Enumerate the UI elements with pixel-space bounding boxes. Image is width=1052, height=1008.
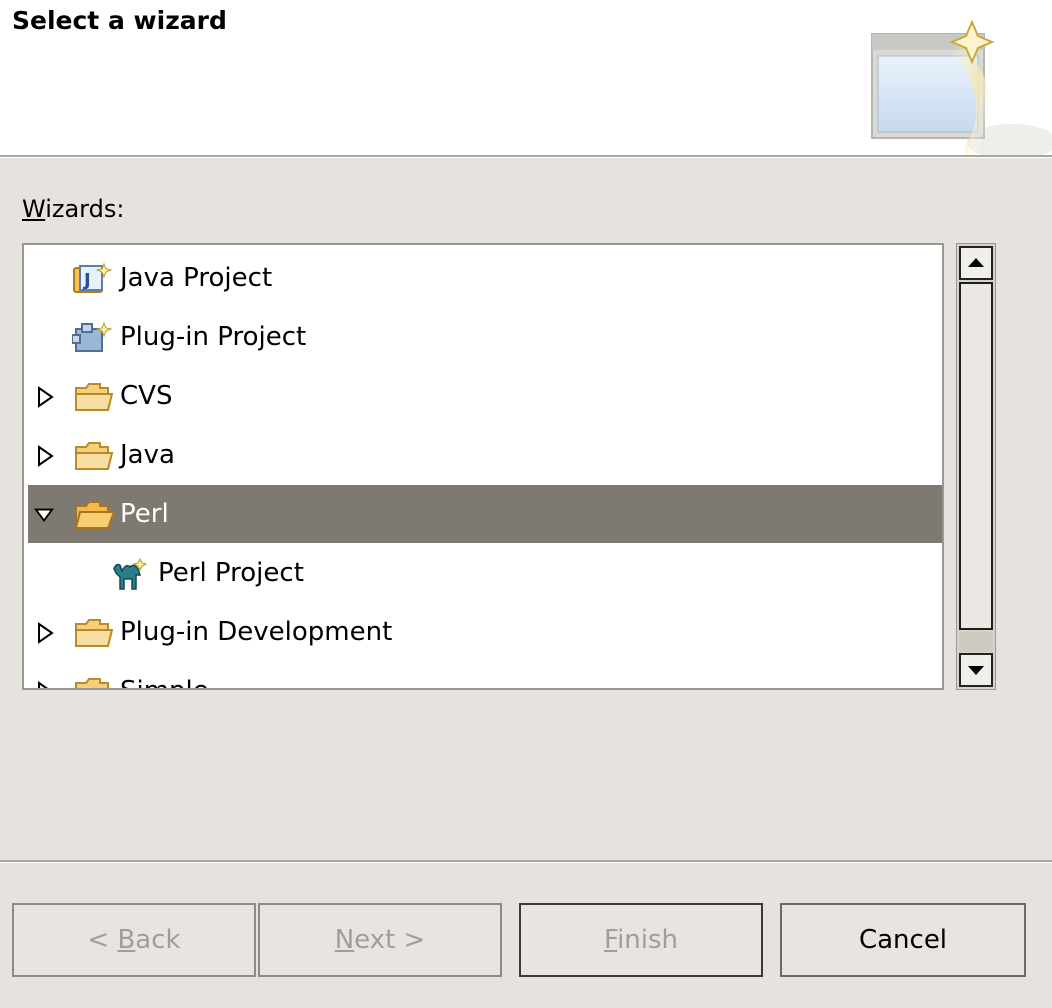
tree-item-plugin-project[interactable]: Plug-in Project <box>28 308 942 366</box>
next-button[interactable]: Next > <box>258 903 502 977</box>
folder-icon <box>75 442 114 470</box>
finish-button[interactable]: Finish <box>519 903 763 977</box>
tree-item-java[interactable]: Java <box>28 426 942 484</box>
finish-button-mnemonic: F <box>603 925 618 955</box>
new-wizard-banner-icon <box>871 19 1052 155</box>
back-button-mnemonic: B <box>117 925 136 955</box>
back-button[interactable]: < Back <box>12 903 256 977</box>
cancel-button-label: Cancel <box>858 925 948 955</box>
arrow-down-icon <box>968 666 984 675</box>
page-title: Select a wizard <box>12 6 227 35</box>
next-button-mnemonic: N <box>334 925 355 955</box>
tree-item-java-project[interactable]: J Java Project <box>28 249 942 307</box>
tree-item-label: Simple <box>120 662 209 688</box>
scroll-thumb[interactable] <box>959 282 993 630</box>
scroll-track[interactable] <box>959 632 993 652</box>
expand-arrow-icon[interactable] <box>36 681 56 690</box>
collapse-arrow-icon[interactable] <box>34 504 54 526</box>
scroll-down-button[interactable] <box>959 653 993 687</box>
svg-text:J: J <box>82 270 91 291</box>
finish-button-label: inish <box>617 925 679 955</box>
tree-item-label: Java <box>120 440 175 470</box>
folder-icon <box>75 383 114 411</box>
tree-item-label: Plug-in Development <box>120 617 393 647</box>
tree-item-label: Java Project <box>120 263 273 293</box>
wizards-label-mnemonic: W <box>22 195 46 223</box>
perl-camel-icon <box>113 557 148 590</box>
tree-item-perl-project[interactable]: Perl Project <box>28 544 942 602</box>
tree-vertical-scrollbar[interactable] <box>956 243 996 690</box>
next-button-label: ext > <box>354 925 426 955</box>
java-project-icon: J <box>73 262 112 293</box>
expand-arrow-icon[interactable] <box>36 445 56 467</box>
wizard-tree[interactable]: J Java Project Plug-in Project CVS Java … <box>22 243 944 690</box>
plugin-project-icon <box>72 321 112 352</box>
wizards-label-text: izards: <box>45 195 125 223</box>
footer-separator-highlight <box>0 862 1052 863</box>
tree-item-label: CVS <box>120 381 173 411</box>
expand-arrow-icon[interactable] <box>36 386 56 408</box>
wizard-header: Select a wizard <box>0 0 1052 155</box>
tree-item-plugin-development[interactable]: Plug-in Development <box>28 603 942 661</box>
cancel-button[interactable]: Cancel <box>780 903 1026 977</box>
scroll-up-button[interactable] <box>959 246 993 280</box>
folder-open-icon <box>74 501 114 529</box>
header-separator-highlight <box>0 157 1052 158</box>
tree-item-label: Perl <box>120 499 169 529</box>
arrow-up-icon <box>968 258 984 267</box>
expand-arrow-icon[interactable] <box>36 622 56 644</box>
folder-icon <box>75 619 114 647</box>
tree-item-simple[interactable]: Simple <box>28 662 942 690</box>
tree-item-cvs[interactable]: CVS <box>28 367 942 425</box>
wizards-label: Wizards: <box>22 195 124 223</box>
tree-item-label: Perl Project <box>158 558 304 588</box>
back-button-prefix: < <box>87 925 118 955</box>
folder-icon <box>75 678 109 688</box>
back-button-label: ack <box>135 925 181 955</box>
tree-item-perl[interactable]: Perl <box>28 485 942 543</box>
tree-item-label: Plug-in Project <box>120 322 307 352</box>
